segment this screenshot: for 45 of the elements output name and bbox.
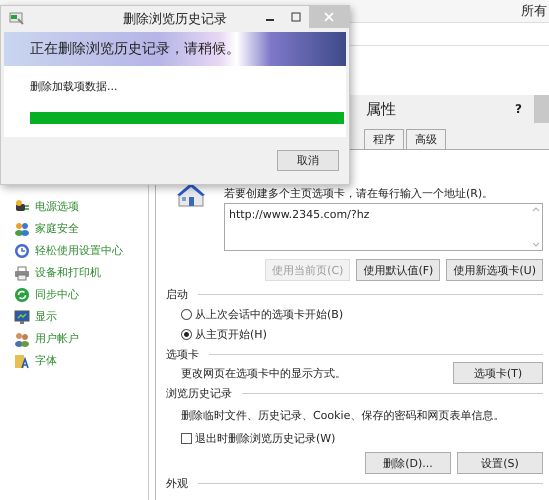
section-heading: 外观: [166, 476, 188, 490]
checkbox[interactable]: [181, 432, 192, 444]
dialog-title: 删除浏览历史记录: [123, 12, 227, 27]
window-title: 属性: [366, 100, 397, 118]
description-text: 删除临时文件、历史记录、Cookie、保存的密码和网页表单信息。: [181, 408, 504, 423]
checkbox-label: 退出时删除浏览历史记录(W): [195, 430, 336, 446]
control-panel-link[interactable]: 电源选项: [35, 199, 79, 214]
section-heading: 选项卡: [166, 346, 199, 362]
radio-label: 从上次会话中的选项卡开始(B): [195, 306, 344, 322]
section-heading: 启动: [166, 286, 188, 302]
control-panel-link[interactable]: 用户帐户: [35, 331, 79, 346]
cancel-button[interactable]: 取消: [277, 150, 339, 171]
control-panel-link[interactable]: 轻松使用设置中心: [35, 243, 123, 258]
tab[interactable]: 程序: [364, 129, 404, 149]
app-icon: [9, 12, 25, 26]
status-text: 删除加载项数据...: [30, 79, 118, 94]
monitor-icon: [14, 308, 30, 324]
action-button[interactable]: 使用新选项卡(U): [446, 259, 543, 281]
instruction-text: 若要创建多个主页选项卡，请在每行输入一个地址(R)。: [224, 186, 494, 202]
action-button[interactable]: 设置(S): [457, 452, 543, 474]
close-icon: [324, 12, 334, 22]
control-panel-link[interactable]: 设备和打印机: [35, 265, 101, 280]
banner-text: 正在删除浏览历史记录，请稍候。: [30, 40, 240, 58]
font-folder-icon: [14, 352, 30, 368]
sync-icon: [14, 286, 30, 302]
help-button[interactable]: ?: [515, 102, 522, 116]
description-text: 更改网页在选项卡中的显示方式。: [181, 366, 346, 380]
section-heading: 浏览历史记录: [166, 386, 232, 400]
maximize-icon[interactable]: [291, 12, 301, 22]
printer-icon: [14, 264, 30, 280]
radio-button[interactable]: [181, 308, 192, 320]
control-panel-link[interactable]: 显示: [35, 309, 57, 324]
radio-button[interactable]: [181, 328, 192, 340]
clock-icon: [14, 242, 30, 258]
tab[interactable]: 高级: [406, 129, 446, 149]
action-button[interactable]: 删除(D)...: [365, 452, 451, 474]
control-panel-link[interactable]: 同步中心: [35, 287, 79, 302]
tabs-button[interactable]: 选项卡(T): [453, 362, 543, 384]
control-panel-link[interactable]: 字体: [35, 353, 57, 368]
action-button[interactable]: 使用默认值(F): [356, 259, 440, 281]
window-title: 所有: [521, 3, 547, 20]
users-icon: [14, 330, 30, 346]
people-icon: [14, 220, 30, 236]
control-panel-link[interactable]: 家庭安全: [35, 221, 79, 236]
radio-label: 从主页开始(H): [195, 326, 267, 342]
